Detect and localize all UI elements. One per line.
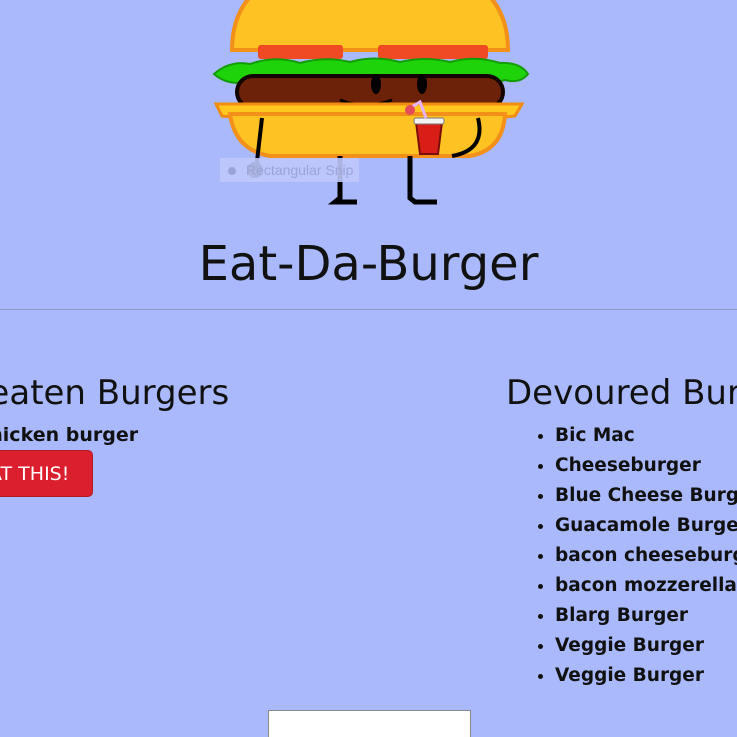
devoured-list: Bic Mac Cheeseburger Blue Cheese Burger … — [517, 421, 737, 691]
devoured-item: Blarg Burger — [555, 601, 737, 631]
devoured-item: bacon mozzerella burger — [555, 571, 737, 601]
snip-overlay-label: Rectangular Snip — [220, 158, 360, 182]
devoured-item: Blue Cheese Burger — [555, 481, 737, 511]
page: Rectangular Snip Eat-Da-Burger Uneaten B… — [0, 0, 737, 737]
uneaten-burger-name: chicken burger — [0, 424, 139, 446]
devoured-heading: Devoured Burgers — [506, 373, 737, 413]
devoured-item: Veggie Burger — [555, 631, 737, 661]
burger-name-input[interactable] — [268, 710, 471, 737]
header-divider — [0, 309, 737, 310]
uneaten-heading: Uneaten Burgers — [0, 373, 230, 413]
snip-overlay-text: Rectangular Snip — [246, 162, 354, 178]
devoured-item: Bic Mac — [555, 421, 737, 451]
devoured-item: Guacamole Burger — [555, 511, 737, 541]
eat-this-button[interactable]: EAT THIS! — [0, 450, 93, 497]
snip-dot-icon — [228, 167, 236, 176]
page-title: Eat-Da-Burger — [198, 236, 539, 292]
devoured-item: Cheeseburger — [555, 451, 737, 481]
devoured-item: Veggie Burger — [555, 661, 737, 691]
devoured-item: bacon cheeseburger — [555, 541, 737, 571]
